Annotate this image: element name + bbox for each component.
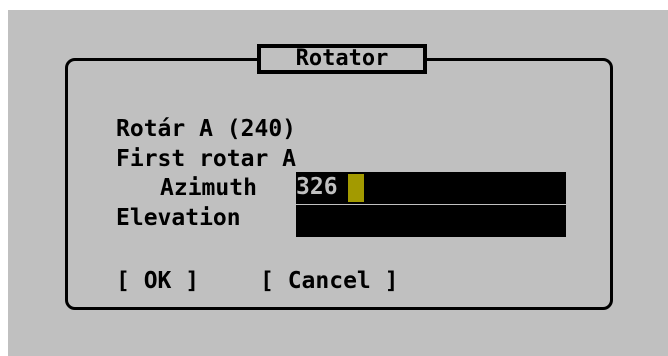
azimuth-value: 326 bbox=[296, 174, 338, 200]
cancel-button[interactable]: [ Cancel ] bbox=[260, 266, 398, 296]
azimuth-field[interactable]: 326 bbox=[296, 172, 566, 204]
text-cursor bbox=[348, 174, 364, 202]
azimuth-label: Azimuth bbox=[160, 175, 257, 201]
dialog-title-label: Rotator bbox=[261, 48, 423, 70]
elevation-field[interactable] bbox=[296, 205, 566, 237]
dialog-title: Rotator bbox=[257, 44, 427, 74]
rotor-name-label: First rotar A bbox=[116, 146, 297, 172]
rotor-info-label: Rotár A (240) bbox=[116, 116, 297, 142]
ok-button[interactable]: [ OK ] bbox=[116, 266, 199, 296]
terminal-screen: Rotator Rotár A (240) First rotar A Azim… bbox=[8, 10, 668, 356]
elevation-label: Elevation bbox=[116, 205, 241, 231]
